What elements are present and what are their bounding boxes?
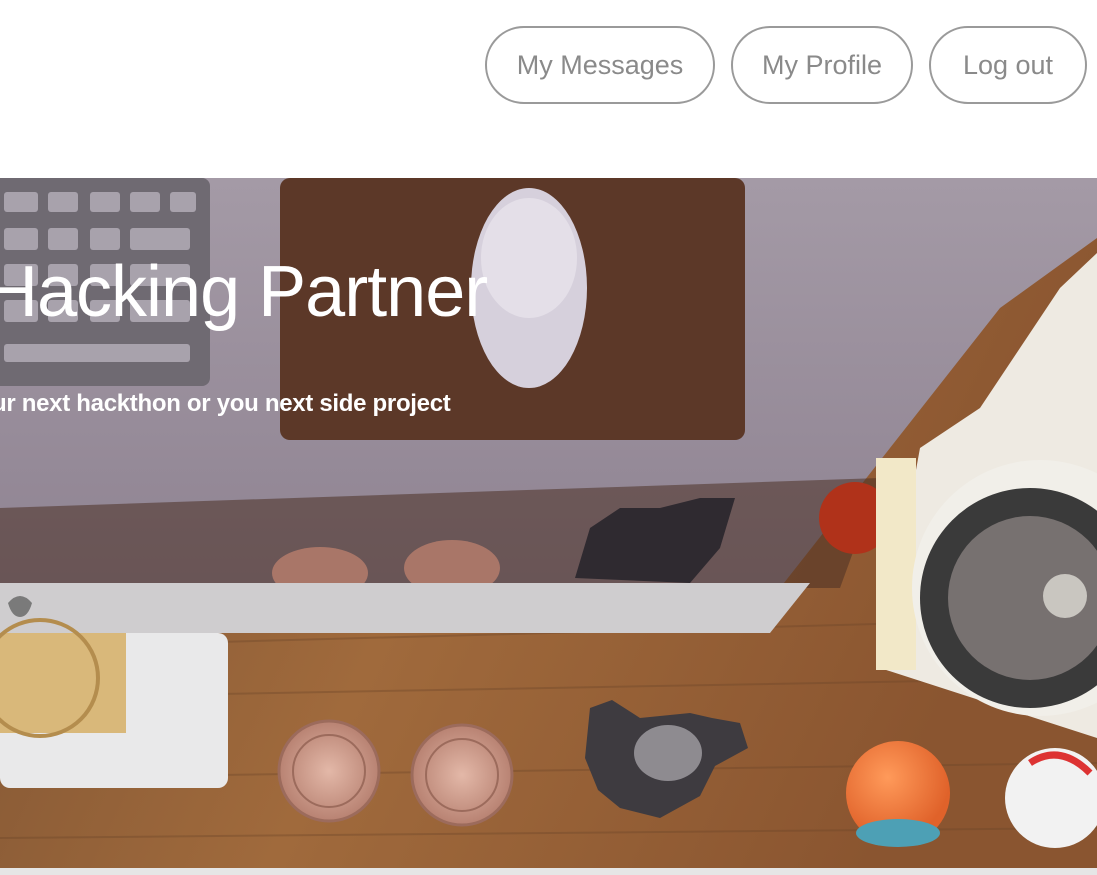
my-profile-button[interactable]: My Profile xyxy=(731,26,913,104)
top-nav-bar: My Messages My Profile Log out xyxy=(0,0,1097,178)
log-out-button[interactable]: Log out xyxy=(929,26,1087,104)
my-messages-button[interactable]: My Messages xyxy=(485,26,715,104)
hero-title: Hacking Partner xyxy=(0,252,488,332)
page-bottom-divider xyxy=(0,868,1097,875)
hero-subtitle: ur next hackthon or you next side projec… xyxy=(0,390,451,417)
hero-banner: Hacking Partner ur next hackthon or you … xyxy=(0,178,1097,868)
